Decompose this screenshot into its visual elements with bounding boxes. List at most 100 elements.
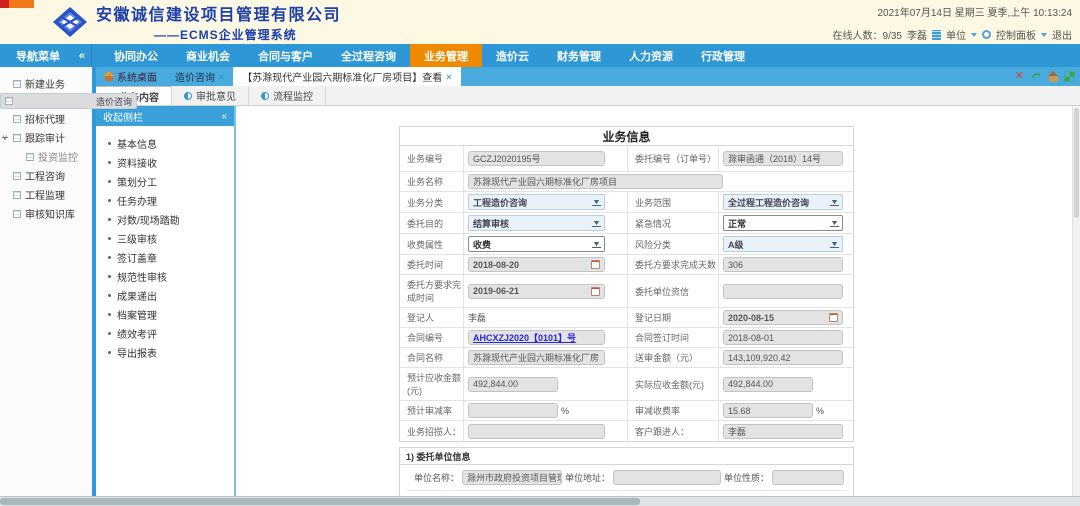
half-circle-icon	[184, 92, 192, 100]
workflow-menu-item[interactable]: 基本信息	[108, 134, 228, 153]
unit-type-input[interactable]	[772, 470, 844, 485]
contract-no-link[interactable]: AHCXZJ2020【0101】号	[473, 331, 576, 344]
scrollbar-thumb[interactable]	[0, 498, 640, 505]
doc-icon	[13, 115, 21, 123]
workflow-menu-item[interactable]: 规范性审核	[108, 267, 228, 286]
business-category-select[interactable]: 工程造价咨询▼	[468, 194, 605, 210]
horizontal-scrollbar[interactable]	[0, 496, 1080, 506]
workflow-menu-item[interactable]: 签订盖章	[108, 248, 228, 267]
chevron-down-icon[interactable]	[971, 33, 977, 37]
workflow-menu: 基本信息资料接收策划分工任务办理对数/现场踏勘三级审核签订盖章规范性审核成果递出…	[96, 126, 234, 362]
urgency-select[interactable]: 正常▼	[723, 215, 843, 231]
tab-system-desktop[interactable]: 系统桌面	[96, 67, 166, 86]
business-no-input[interactable]: GCZJ2020195号	[468, 151, 605, 166]
document-tabbar: 系统桌面 造价咨询 × 【苏滁现代产业园六期标准化厂房项目】查看 × ✕	[96, 67, 1080, 86]
nav-item-contracts-clients[interactable]: 合同与客户	[244, 44, 327, 67]
unit-menu[interactable]: 单位	[946, 27, 966, 42]
sidebar-item-cost-consulting[interactable]: 造价咨询	[0, 93, 137, 109]
fee-attribute-select[interactable]: 收费▼	[468, 236, 605, 252]
nav-item-business-opportunity[interactable]: 商业机会	[172, 44, 244, 67]
chevron-down-icon[interactable]	[1041, 33, 1047, 37]
chevron-down-icon: ▼	[592, 241, 601, 248]
nav-item-hr[interactable]: 人力资源	[615, 44, 687, 67]
calendar-icon[interactable]	[591, 260, 600, 269]
home-icon[interactable]	[1049, 76, 1058, 82]
tab-project-view[interactable]: 【苏滁现代产业园六期标准化厂房项目】查看 ×	[233, 67, 460, 86]
field-label-business-no: 业务编号	[400, 146, 464, 171]
sidebar-item-new-business[interactable]: 新建业务	[0, 74, 92, 93]
nav-item-business-management[interactable]: 业务管理	[410, 44, 482, 67]
subtab-approval-opinions[interactable]: 审批意见	[172, 86, 249, 105]
risk-class-select[interactable]: A级▼	[723, 236, 843, 252]
business-solicitor-input[interactable]	[468, 424, 605, 439]
bullet-icon	[108, 142, 111, 145]
control-panel-menu[interactable]: 控制面板	[996, 27, 1036, 42]
actual-receivable-input[interactable]: 492,844.00	[723, 377, 813, 392]
client-credit-input[interactable]	[723, 284, 843, 299]
register-date-input[interactable]: 2020-08-15	[723, 310, 843, 325]
subtab-process-monitor[interactable]: 流程监控	[249, 86, 326, 105]
business-scope-select[interactable]: 全过程工程造价咨询▼	[723, 194, 843, 210]
collapse-panel-icon[interactable]: «	[221, 111, 227, 122]
sidebar-item-investment-monitor[interactable]: 投资监控	[0, 147, 92, 166]
bullet-icon	[108, 256, 111, 259]
expected-receivable-input[interactable]: 492,844.00	[468, 377, 558, 392]
logout-button[interactable]: 退出	[1052, 27, 1072, 42]
entrust-purpose-select[interactable]: 结算审核▼	[468, 215, 605, 231]
workflow-menu-item[interactable]: 策划分工	[108, 172, 228, 191]
nav-item-collaboration[interactable]: 协同办公	[100, 44, 172, 67]
nav-item-admin[interactable]: 行政管理	[687, 44, 759, 67]
sidebar-item-audit-knowledge-base[interactable]: 审核知识库	[0, 204, 92, 223]
sidebar-item-bidding-agency[interactable]: 招标代理	[0, 109, 92, 128]
current-user: 李磊	[907, 27, 927, 42]
tab-cost-consulting[interactable]: 造价咨询 ×	[166, 67, 233, 86]
panel-title: 收起侧栏	[103, 109, 143, 124]
contract-no-input: AHCXZJ2020【0101】号	[468, 330, 605, 345]
unit-addr-input[interactable]	[613, 470, 721, 485]
client-follower-input[interactable]: 李磊	[723, 424, 843, 439]
expected-reduction-rate-input[interactable]	[468, 403, 558, 418]
nav-item-finance[interactable]: 财务管理	[543, 44, 615, 67]
workflow-menu-item[interactable]: 对数/现场踏勘	[108, 210, 228, 229]
fullscreen-grid-icon[interactable]	[1065, 72, 1074, 81]
sidebar-item-tracking-audit[interactable]: ∨跟踪审计	[0, 128, 92, 147]
sidebar-item-engineering-supervision[interactable]: 工程监理	[0, 185, 92, 204]
workflow-menu-item[interactable]: 资料接收	[108, 153, 228, 172]
sidebar-item-engineering-consulting[interactable]: 工程咨询	[0, 166, 92, 185]
submitted-amount-input[interactable]: 143,109,920.42	[723, 350, 843, 365]
calendar-icon[interactable]	[829, 313, 838, 322]
workflow-menu-item[interactable]: 绩效考评	[108, 324, 228, 343]
entrust-no-input[interactable]: 滁审函通（2018）14号	[723, 151, 843, 166]
close-tab-icon[interactable]: ×	[219, 72, 224, 82]
required-days-input[interactable]: 306	[723, 257, 843, 272]
nav-item-cost-cloud[interactable]: 造价云	[482, 44, 543, 67]
close-tab-icon[interactable]: ×	[446, 72, 451, 82]
contract-name-input[interactable]: 苏滁现代产业园六期标准化厂房	[468, 350, 605, 365]
vertical-scrollbar[interactable]	[1072, 106, 1080, 496]
unit-type-label: 单位性质：	[724, 471, 769, 484]
workflow-menu-item[interactable]: 成果递出	[108, 286, 228, 305]
workflow-menu-item[interactable]: 导出报表	[108, 343, 228, 362]
entrust-date-input[interactable]: 2018-08-20	[468, 257, 605, 272]
workflow-menu-item[interactable]: 三级审核	[108, 229, 228, 248]
business-name-input[interactable]: 苏滁现代产业园六期标准化厂房项目	[468, 174, 723, 189]
scrollbar-thumb[interactable]	[1074, 108, 1079, 218]
close-all-icon[interactable]: ✕	[1015, 71, 1024, 82]
required-finish-date-input[interactable]: 2019-06-21	[468, 284, 605, 299]
nav-menu-header[interactable]: 导航菜单 «	[0, 44, 92, 67]
nav-item-whole-process[interactable]: 全过程咨询	[327, 44, 410, 67]
collapse-sidebar-icon[interactable]: «	[79, 50, 85, 62]
left-sidebar: 新建业务 造价咨询 招标代理 ∨跟踪审计 投资监控 工程咨询 工程监理 审核知识…	[0, 67, 92, 496]
workflow-menu-item[interactable]: 任务办理	[108, 191, 228, 210]
contract-sign-date-input[interactable]: 2018-08-01	[723, 330, 843, 345]
calendar-icon[interactable]	[591, 287, 600, 296]
unit-name-input[interactable]: 滁州市政府投资项目管理领导小	[462, 470, 562, 485]
unit-name-label: 单位名称：	[414, 471, 459, 484]
workflow-menu-item[interactable]: 档案管理	[108, 305, 228, 324]
refresh-icon[interactable]	[1031, 72, 1042, 82]
field-label-urgency: 紧急情况	[627, 213, 719, 233]
online-count: 在线人数：9/35	[833, 27, 902, 42]
field-label-register-date: 登记日期	[627, 308, 719, 327]
expand-caret-icon[interactable]: ∨	[2, 133, 8, 142]
reduction-fee-rate-input[interactable]: 15.68	[723, 403, 813, 418]
